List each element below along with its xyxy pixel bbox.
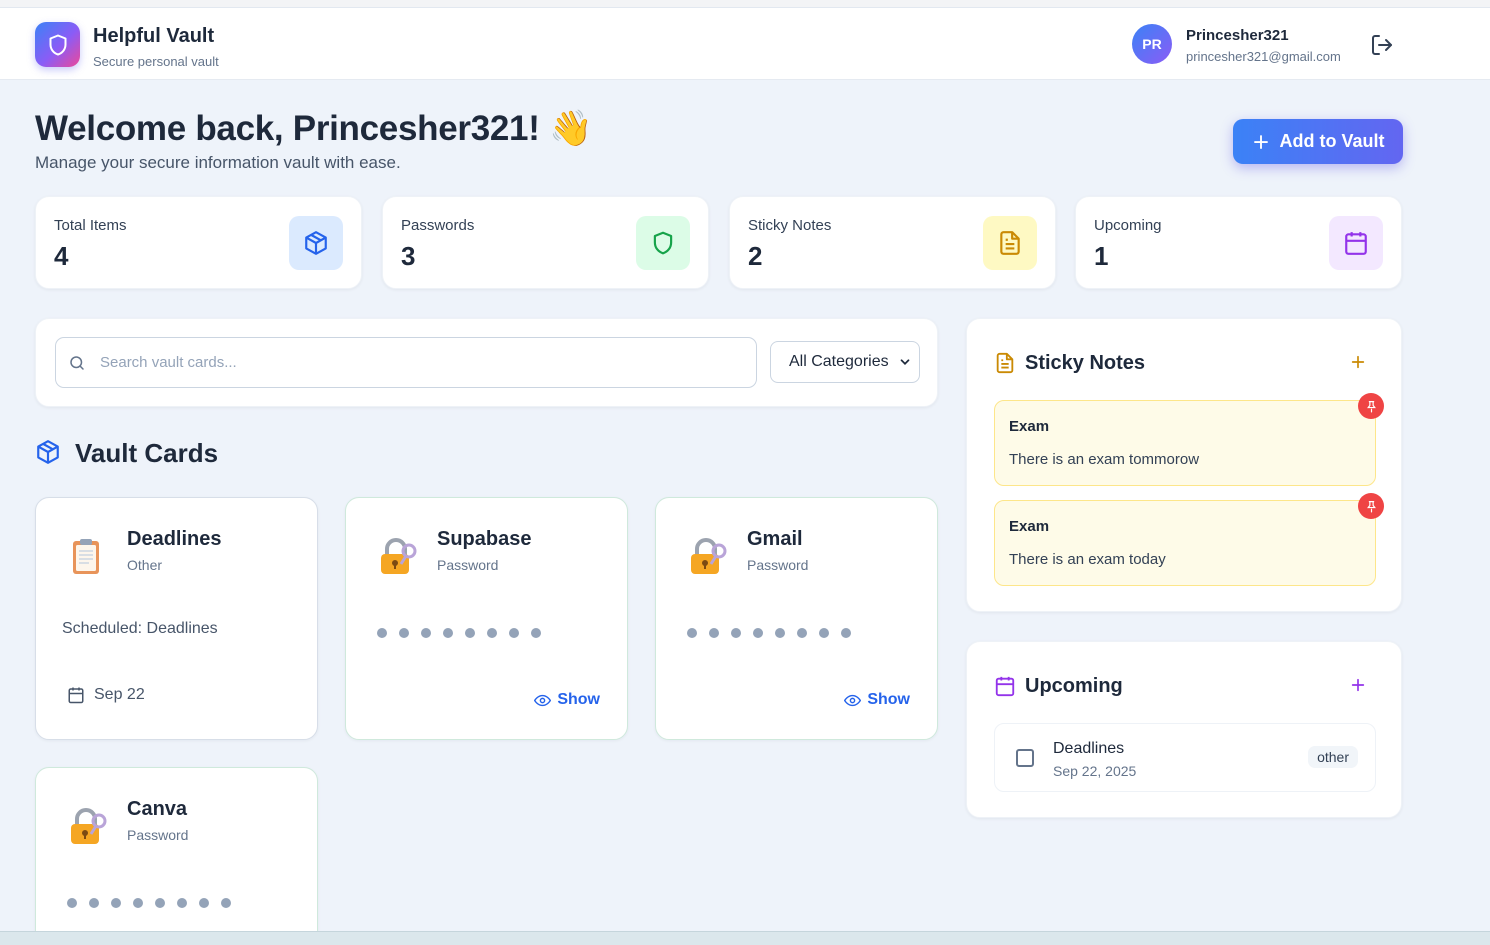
note-body: There is an exam today [1009,551,1166,568]
card-category: Password [127,827,189,843]
stat-label: Passwords [401,217,475,234]
welcome-subtitle: Manage your secure information vault wit… [35,153,401,172]
sticky-notes-title: Sticky Notes [1025,352,1146,374]
category-select-value: All Categories [789,353,889,370]
vault-card-deadlines[interactable]: Deadlines Other Scheduled: Deadlines Sep… [35,497,318,740]
app-subtitle: Secure personal vault [93,54,219,69]
calendar-icon [1329,216,1383,270]
stat-upcoming: Upcoming 1 [1075,196,1402,289]
browser-top-edge [0,0,1490,8]
app-title: Helpful Vault [93,25,215,47]
stat-label: Upcoming [1094,217,1162,234]
calendar-icon [68,687,84,704]
show-label: Show [557,691,600,708]
upcoming-title: Upcoming [1025,675,1123,697]
card-title: Deadlines [127,528,222,550]
stat-value: 1 [1094,241,1109,271]
card-category: Other [127,557,163,573]
vault-card-canva[interactable]: Canva Password [35,767,318,937]
show-password-button[interactable]: Show [534,691,600,709]
shield-icon [636,216,690,270]
eye-icon [844,694,862,706]
pin-icon[interactable] [1358,393,1384,419]
chevron-down-icon [900,359,910,365]
masked-password [377,628,541,638]
vault-card-supabase[interactable]: Supabase Password Show [345,497,628,740]
masked-password [687,628,851,638]
add-upcoming-button[interactable] [1350,675,1366,697]
welcome-heading: Welcome back, Princesher321! 👋 [35,109,593,148]
plus-icon [1351,678,1365,692]
note-icon [983,216,1037,270]
stat-sticky-notes: Sticky Notes 2 [729,196,1056,289]
stat-total-items: Total Items 4 [35,196,362,289]
search-input[interactable] [100,338,740,387]
app-header: Helpful Vault Secure personal vault PR P… [0,8,1490,80]
vault-cards-title: Vault Cards [75,438,219,468]
note-title: Exam [1009,418,1050,435]
card-category: Password [747,557,809,573]
stat-label: Total Items [54,217,127,234]
upcoming-checkbox[interactable] [1016,749,1034,767]
sticky-notes-panel: Sticky Notes Exam There is an exam tommo… [966,318,1402,612]
plus-icon [1253,134,1268,149]
clipboard-icon [73,539,99,574]
lock-icon [71,808,107,844]
add-note-button[interactable] [1350,352,1366,374]
taskbar-edge [0,931,1490,945]
upcoming-item-tag: other [1308,746,1358,768]
upcoming-item-date: Sep 22, 2025 [1053,763,1137,779]
add-to-vault-button[interactable]: Add to Vault [1233,119,1403,164]
user-name: Princesher321 [1186,27,1289,44]
note-icon [996,352,1014,374]
stat-value: 2 [748,241,763,271]
eye-icon [534,694,552,706]
user-email: princesher321@gmail.com [1186,49,1341,64]
sticky-note[interactable]: Exam There is an exam today [994,493,1384,586]
show-password-button[interactable]: Show [844,691,910,709]
calendar-icon [995,676,1015,697]
search-panel: All Categories [35,318,938,407]
note-body: There is an exam tommorow [1009,451,1200,468]
stat-value: 3 [401,241,416,271]
card-category: Password [437,557,499,573]
card-title: Canva [127,798,188,820]
pin-icon[interactable] [1358,493,1384,519]
card-text: Scheduled: Deadlines [62,620,218,637]
vault-card-gmail[interactable]: Gmail Password Show [655,497,938,740]
search-box[interactable] [55,337,757,388]
stat-label: Sticky Notes [748,217,832,234]
masked-password [67,898,231,908]
card-title: Gmail [747,528,803,550]
cube-icon [289,216,343,270]
card-date-text: Sep 22 [94,686,145,703]
sticky-note[interactable]: Exam There is an exam tommorow [994,393,1384,486]
card-date: Sep 22 [67,686,145,704]
stat-passwords: Passwords 3 [382,196,709,289]
avatar[interactable]: PR [1132,24,1172,64]
card-title: Supabase [437,528,532,550]
upcoming-item-title: Deadlines [1053,740,1125,757]
stat-value: 4 [54,241,69,271]
logout-icon[interactable] [1370,33,1394,57]
upcoming-panel: Upcoming Deadlines Sep 22, 2025 other [966,641,1402,818]
lock-icon [691,538,727,574]
plus-icon [1351,355,1365,369]
note-title: Exam [1009,518,1050,535]
upcoming-item[interactable]: Deadlines Sep 22, 2025 other [994,723,1376,792]
shield-logo-icon [35,22,80,67]
show-label: Show [867,691,910,708]
search-icon [70,356,84,370]
category-select[interactable]: All Categories [770,341,920,383]
add-to-vault-label: Add to Vault [1279,131,1385,151]
cube-icon [37,440,59,464]
lock-icon [381,538,417,574]
